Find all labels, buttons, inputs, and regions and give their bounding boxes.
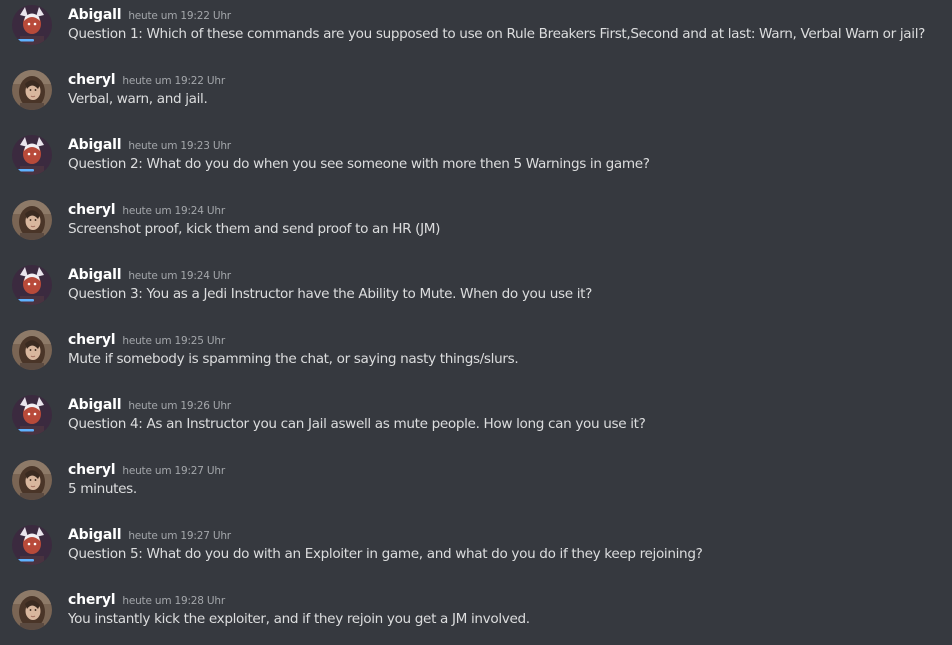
message-header: cheryl heute um 19:22 Uhr xyxy=(68,69,225,89)
avatar[interactable] xyxy=(12,330,52,370)
message-header: cheryl heute um 19:28 Uhr xyxy=(68,589,225,609)
message-item: Abigall heute um 19:27 Uhr Question 5: Wh… xyxy=(0,520,952,580)
abigall-avatar-icon xyxy=(12,5,52,45)
message-item: Abigall heute um 19:22 Uhr Question 1: Wh… xyxy=(0,0,952,60)
message-text: Question 3: You as a Jedi Instructor hav… xyxy=(68,286,593,302)
message-text: Screenshot proof, kick them and send pro… xyxy=(68,221,441,237)
message-header: Abigall heute um 19:27 Uhr xyxy=(68,524,231,544)
message-item: Abigall heute um 19:24 Uhr Question 3: Yo… xyxy=(0,260,952,320)
message-header: cheryl heute um 19:24 Uhr xyxy=(68,199,225,219)
avatar[interactable] xyxy=(12,265,52,305)
message-text: Question 2: What do you do when you see … xyxy=(68,156,650,172)
message-item: cheryl heute um 19:24 Uhr Screenshot proo… xyxy=(0,195,952,255)
message-header: Abigall heute um 19:26 Uhr xyxy=(68,394,231,414)
avatar[interactable] xyxy=(12,590,52,630)
username[interactable]: cheryl xyxy=(68,202,116,218)
username[interactable]: Abigall xyxy=(68,397,122,413)
avatar[interactable] xyxy=(12,70,52,110)
avatar[interactable] xyxy=(12,460,52,500)
avatar[interactable] xyxy=(12,395,52,435)
timestamp: heute um 19:26 Uhr xyxy=(128,400,231,412)
message-item: cheryl heute um 19:25 Uhr Mute if somebod… xyxy=(0,325,952,385)
message-text: Verbal, warn, and jail. xyxy=(68,91,208,107)
message-text: Question 1: Which of these commands are … xyxy=(68,26,925,42)
timestamp: heute um 19:24 Uhr xyxy=(128,270,231,282)
username[interactable]: cheryl xyxy=(68,462,116,478)
username[interactable]: cheryl xyxy=(68,332,116,348)
message-text: Question 5: What do you do with an Explo… xyxy=(68,546,703,562)
message-item: cheryl heute um 19:22 Uhr Verbal, warn, a… xyxy=(0,65,952,125)
message-text: Question 4: As an Instructor you can Jai… xyxy=(68,416,646,432)
message-header: Abigall heute um 19:23 Uhr xyxy=(68,134,231,154)
timestamp: heute um 19:25 Uhr xyxy=(122,335,225,347)
message-item: cheryl heute um 19:28 Uhr You instantly k… xyxy=(0,585,952,645)
timestamp: heute um 19:22 Uhr xyxy=(122,75,225,87)
message-item: cheryl heute um 19:27 Uhr 5 minutes. xyxy=(0,455,952,515)
username[interactable]: Abigall xyxy=(68,267,122,283)
timestamp: heute um 19:27 Uhr xyxy=(122,465,225,477)
chat-messages: Abigall heute um 19:22 Uhr Question 1: Wh… xyxy=(0,0,952,641)
username[interactable]: cheryl xyxy=(68,592,116,608)
timestamp: heute um 19:23 Uhr xyxy=(128,140,231,152)
abigall-avatar-icon xyxy=(12,525,52,565)
message-text: Mute if somebody is spamming the chat, o… xyxy=(68,351,519,367)
cheryl-avatar-icon xyxy=(12,460,52,500)
message-header: cheryl heute um 19:25 Uhr xyxy=(68,329,225,349)
cheryl-avatar-icon xyxy=(12,200,52,240)
avatar[interactable] xyxy=(12,525,52,565)
message-header: cheryl heute um 19:27 Uhr xyxy=(68,459,225,479)
username[interactable]: cheryl xyxy=(68,72,116,88)
message-text: 5 minutes. xyxy=(68,481,137,497)
cheryl-avatar-icon xyxy=(12,330,52,370)
avatar[interactable] xyxy=(12,5,52,45)
username[interactable]: Abigall xyxy=(68,7,122,23)
timestamp: heute um 19:24 Uhr xyxy=(122,205,225,217)
message-header: Abigall heute um 19:24 Uhr xyxy=(68,264,231,284)
cheryl-avatar-icon xyxy=(12,590,52,630)
avatar[interactable] xyxy=(12,135,52,175)
timestamp: heute um 19:27 Uhr xyxy=(128,530,231,542)
abigall-avatar-icon xyxy=(12,135,52,175)
username[interactable]: Abigall xyxy=(68,527,122,543)
timestamp: heute um 19:28 Uhr xyxy=(122,595,225,607)
message-text: You instantly kick the exploiter, and if… xyxy=(68,611,530,627)
timestamp: heute um 19:22 Uhr xyxy=(128,10,231,22)
message-header: Abigall heute um 19:22 Uhr xyxy=(68,4,231,24)
message-item: Abigall heute um 19:23 Uhr Question 2: Wh… xyxy=(0,130,952,190)
username[interactable]: Abigall xyxy=(68,137,122,153)
cheryl-avatar-icon xyxy=(12,70,52,110)
message-item: Abigall heute um 19:26 Uhr Question 4: As… xyxy=(0,390,952,450)
avatar[interactable] xyxy=(12,200,52,240)
abigall-avatar-icon xyxy=(12,265,52,305)
abigall-avatar-icon xyxy=(12,395,52,435)
